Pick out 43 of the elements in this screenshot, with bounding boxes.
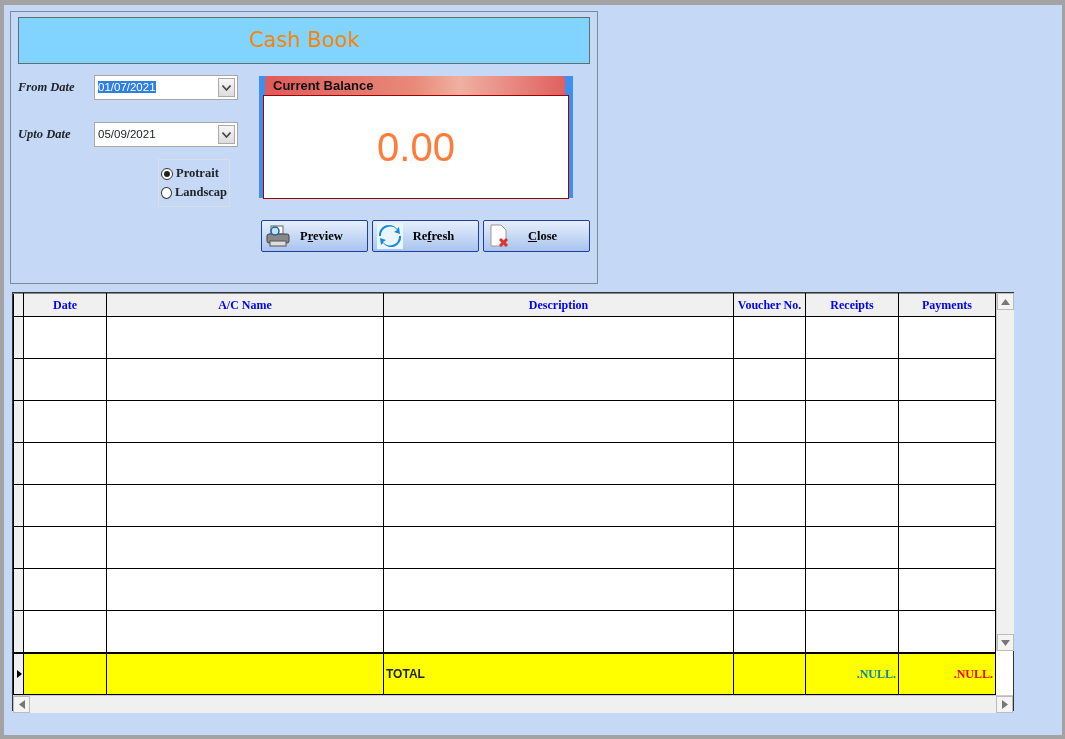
column-header[interactable]: Date — [23, 293, 107, 317]
radio-label: Protrait — [176, 165, 219, 183]
window-title: Cash Book — [18, 17, 590, 64]
receipts-total: .NULL. — [805, 652, 899, 695]
radio-label: Landscap — [174, 184, 227, 202]
row-selector[interactable] — [13, 358, 24, 401]
balance-title: Current Balance — [265, 76, 565, 95]
horizontal-scrollbar[interactable] — [13, 695, 1013, 713]
close-document-icon — [488, 224, 510, 248]
row-selector[interactable] — [13, 442, 24, 485]
row-selector[interactable] — [13, 652, 24, 695]
preview-button[interactable]: Preview — [261, 220, 368, 252]
row-selector[interactable] — [13, 400, 24, 443]
column-header[interactable]: Voucher No. — [733, 293, 806, 317]
date-label: Upto Date — [18, 126, 72, 144]
radio-button[interactable] — [161, 186, 172, 199]
radio-button[interactable] — [161, 167, 173, 180]
column-header[interactable]: Payments — [898, 293, 996, 317]
payments-total: .NULL. — [898, 652, 996, 695]
close-button[interactable]: Close — [483, 220, 590, 252]
row-selector[interactable] — [13, 526, 24, 569]
column-header[interactable]: A/C Name — [106, 293, 384, 317]
date-field[interactable]: 05/09/2021 — [94, 122, 238, 147]
date-label: From Date — [18, 79, 76, 97]
row-pointer-icon — [15, 669, 22, 678]
printer-icon — [266, 224, 290, 248]
scroll-down-icon[interactable] — [997, 634, 1014, 651]
scroll-right-icon[interactable] — [996, 696, 1013, 713]
row-selector[interactable] — [13, 316, 24, 359]
date-field[interactable]: 01/07/2021 — [94, 75, 238, 100]
vertical-scrollbar[interactable] — [996, 293, 1014, 651]
row-selector-header — [13, 293, 24, 317]
refresh-button[interactable]: Refresh — [372, 220, 479, 252]
column-header[interactable]: Description — [383, 293, 734, 317]
refresh-icon — [377, 223, 403, 249]
scroll-up-icon[interactable] — [997, 293, 1014, 310]
row-selector[interactable] — [13, 568, 24, 611]
row-selector[interactable] — [13, 610, 24, 653]
balance-value: 0.00 — [377, 124, 455, 171]
scroll-left-icon[interactable] — [13, 696, 30, 713]
column-header[interactable]: Receipts — [805, 293, 899, 317]
row-selector[interactable] — [13, 484, 24, 527]
total-label: TOTAL — [383, 652, 734, 695]
